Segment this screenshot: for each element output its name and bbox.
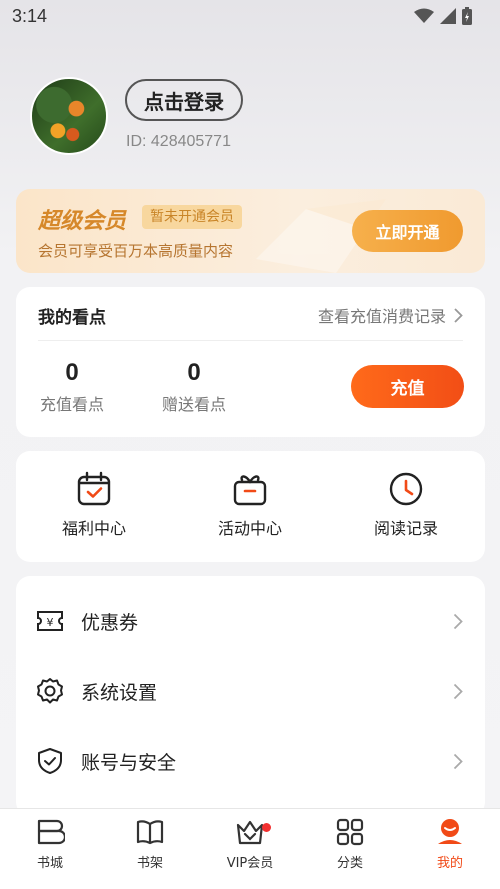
menu-item-account-security[interactable]: 账号与安全 — [16, 726, 485, 796]
divider — [38, 340, 463, 341]
shortcut-activity-center[interactable]: 活动中心 — [195, 471, 305, 539]
gift-points-stat: 0 赠送看点 — [154, 359, 234, 415]
chevron-right-icon — [453, 613, 463, 629]
profile-icon — [438, 819, 462, 844]
signal-icon — [440, 8, 456, 24]
chevron-right-icon — [454, 307, 463, 323]
status-icons — [414, 7, 472, 25]
nav-item-bookstore[interactable]: 书城 — [0, 817, 100, 871]
gear-icon — [37, 678, 63, 704]
recharge-button[interactable]: 充值 — [351, 365, 464, 408]
nav-label: 书城 — [36, 856, 63, 871]
menu-card: ¥ 优惠券 系统设置 账号与安全 — [16, 576, 485, 816]
status-time: 3:14 — [12, 6, 48, 26]
recharge-points-stat: 0 充值看点 — [32, 359, 112, 415]
menu-label: 优惠券 — [81, 611, 139, 634]
nav-label: 分类 — [336, 856, 363, 871]
menu-item-coupons[interactable]: ¥ 优惠券 — [16, 586, 485, 656]
avatar[interactable] — [30, 77, 108, 155]
gift-points-label: 赠送看点 — [161, 395, 226, 414]
points-history-label: 查看充值消费记录 — [317, 307, 446, 326]
battery-icon — [462, 7, 472, 25]
vip-status-tag: 暂未开通会员 — [142, 205, 242, 229]
shortcut-label: 福利中心 — [61, 519, 126, 538]
nav-item-vip[interactable]: VIP会员 — [200, 817, 300, 871]
nav-label: VIP会员 — [226, 856, 274, 871]
shield-icon — [38, 748, 62, 774]
vip-activate-button[interactable]: 立即开通 — [352, 210, 463, 252]
shortcut-label: 活动中心 — [217, 519, 282, 538]
points-history-link[interactable]: 查看充值消费记录 — [318, 303, 463, 327]
shortcut-reading-history[interactable]: 阅读记录 — [351, 471, 461, 539]
recharge-points-label: 充值看点 — [39, 395, 104, 414]
coupon-icon: ¥ — [37, 611, 63, 631]
shortcuts-card: 福利中心 活动中心 阅读记录 — [16, 451, 485, 562]
menu-label: 系统设置 — [81, 681, 158, 704]
nav-item-bookshelf[interactable]: 书架 — [100, 817, 200, 871]
menu-item-settings[interactable]: 系统设置 — [16, 656, 485, 726]
vip-description: 会员可享受百万本高质量内容 — [38, 242, 234, 260]
nav-label: 书架 — [136, 856, 163, 871]
shortcut-welfare-center[interactable]: 福利中心 — [39, 471, 149, 539]
vip-title: 超级会员 — [38, 209, 127, 234]
vip-banner[interactable]: 超级会员 暂未开通会员 会员可享受百万本高质量内容 立即开通 — [16, 189, 485, 273]
clock-icon — [389, 472, 423, 506]
bottom-nav: 书城 书架 VIP会员 分类 我的 — [0, 808, 500, 889]
nav-label: 我的 — [436, 856, 463, 871]
shortcut-label: 阅读记录 — [373, 519, 438, 538]
vip-crown-icon — [236, 820, 264, 845]
book-icon — [136, 820, 164, 845]
chevron-right-icon — [453, 683, 463, 699]
user-id: ID: 428405771 — [126, 133, 231, 150]
chevron-right-icon — [453, 753, 463, 769]
notification-dot — [262, 823, 271, 832]
bookstore-icon — [37, 819, 65, 845]
menu-label: 账号与安全 — [81, 751, 177, 774]
calendar-check-icon — [77, 471, 111, 506]
wifi-icon — [414, 8, 434, 23]
svg-text:¥: ¥ — [47, 616, 54, 629]
status-bar: 3:14 — [0, 0, 500, 36]
nav-item-mine[interactable]: 我的 — [400, 817, 500, 871]
recharge-points-value: 0 — [65, 359, 79, 386]
points-title: 我的看点 — [38, 308, 106, 328]
grid-icon — [336, 818, 364, 846]
points-card: 我的看点 查看充值消费记录 0 充值看点 0 赠送看点 充值 — [16, 287, 485, 437]
login-button[interactable]: 点击登录 — [125, 79, 243, 121]
gift-points-value: 0 — [187, 359, 201, 386]
nav-item-category[interactable]: 分类 — [300, 817, 400, 871]
gift-icon — [233, 475, 267, 506]
